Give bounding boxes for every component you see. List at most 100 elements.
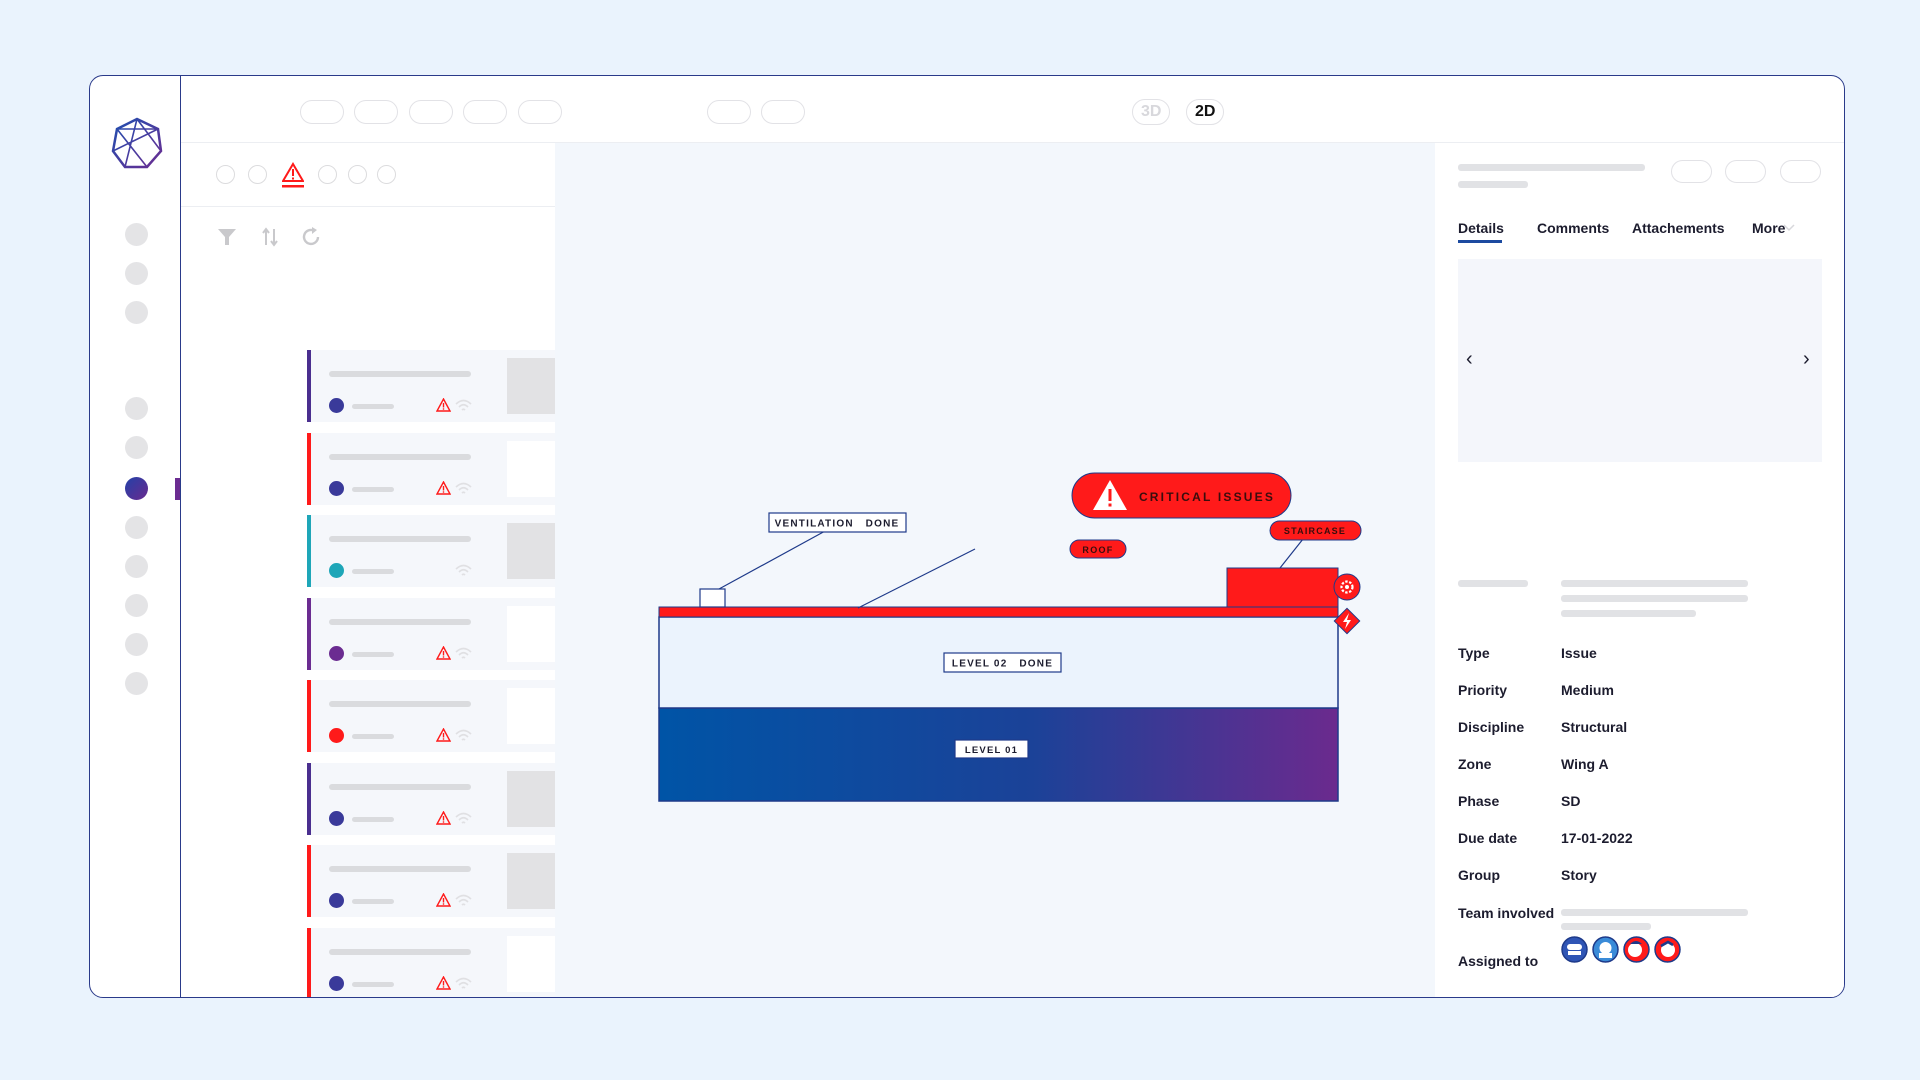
avatar[interactable] bbox=[1654, 936, 1681, 963]
subtitle-placeholder bbox=[1458, 181, 1528, 188]
rail-nav-item[interactable] bbox=[125, 672, 148, 695]
drawing-canvas[interactable]: VENTILATION DONE ROOF STAIRCASE CRITICAL… bbox=[555, 143, 1435, 997]
toolbar-button[interactable] bbox=[707, 100, 751, 124]
avatar[interactable] bbox=[1623, 936, 1650, 963]
wifi-icon bbox=[455, 977, 472, 989]
wifi-icon bbox=[455, 729, 472, 741]
tab-attachements[interactable]: Attachements bbox=[1632, 220, 1725, 236]
team-placeholder bbox=[1561, 909, 1748, 916]
warning-icon bbox=[436, 975, 451, 990]
rail-nav-item[interactable] bbox=[125, 633, 148, 656]
level-01-label: LEVEL 01 bbox=[965, 745, 1018, 756]
team-involved-label: Team involved bbox=[1458, 905, 1555, 921]
refresh-icon[interactable] bbox=[299, 225, 323, 249]
field-label: Group bbox=[1458, 867, 1500, 883]
field-value: Wing A bbox=[1561, 756, 1609, 772]
field-value: Structural bbox=[1561, 719, 1628, 735]
active-indicator bbox=[175, 478, 180, 500]
tab-details[interactable]: Details bbox=[1458, 220, 1504, 243]
logo-icon[interactable] bbox=[111, 117, 163, 169]
card-title-placeholder bbox=[329, 783, 471, 790]
warning-icon bbox=[436, 398, 451, 412]
ventilation-box[interactable] bbox=[699, 588, 726, 608]
view-3d-tab[interactable]: 3D bbox=[1132, 99, 1171, 125]
rail-nav-item[interactable] bbox=[125, 223, 148, 246]
wifi-icon bbox=[455, 482, 472, 494]
toolbar-button[interactable] bbox=[761, 100, 805, 124]
filter-tab[interactable] bbox=[377, 165, 396, 184]
field-label: Due date bbox=[1458, 830, 1518, 846]
warning-icon bbox=[436, 810, 451, 825]
wifi-icon bbox=[455, 647, 472, 659]
card-title-placeholder bbox=[329, 618, 471, 625]
rail-nav-item[interactable] bbox=[125, 436, 148, 459]
filter-tab[interactable] bbox=[318, 165, 337, 184]
card-title-placeholder bbox=[329, 948, 471, 955]
gear-icon[interactable] bbox=[1333, 573, 1361, 601]
field-value: 17-01-2022 bbox=[1561, 830, 1633, 846]
roof-slab[interactable] bbox=[658, 606, 1339, 618]
rail-nav-item[interactable] bbox=[125, 516, 148, 539]
rail-nav-item[interactable] bbox=[125, 397, 148, 420]
card-title-placeholder bbox=[329, 701, 471, 707]
roof-label: ROOF bbox=[1082, 545, 1113, 555]
toolbar-button[interactable] bbox=[518, 100, 562, 124]
status-dot bbox=[329, 893, 344, 908]
field-label: Zone bbox=[1458, 756, 1492, 772]
ventilation-label: VENTILATION DONE bbox=[775, 519, 900, 530]
card-meta-placeholder bbox=[352, 486, 394, 492]
header-action-button[interactable] bbox=[1671, 160, 1712, 183]
card-meta-placeholder bbox=[352, 899, 394, 904]
card-meta-placeholder bbox=[352, 734, 394, 739]
team-placeholder bbox=[1561, 923, 1651, 930]
wifi-icon bbox=[455, 564, 472, 576]
level-02-label: LEVEL 02 DONE bbox=[952, 659, 1053, 670]
toolbar-button[interactable] bbox=[463, 100, 507, 124]
header-action-button[interactable] bbox=[1780, 160, 1821, 183]
toolbar-button[interactable] bbox=[354, 100, 398, 124]
status-dot bbox=[329, 728, 344, 743]
view-2d-tab[interactable]: 2D bbox=[1186, 99, 1225, 125]
filter-tab[interactable] bbox=[248, 165, 267, 184]
warning-icon bbox=[436, 893, 451, 907]
avatar[interactable] bbox=[1561, 936, 1588, 963]
rail-nav-item[interactable] bbox=[125, 262, 148, 285]
text-placeholder bbox=[1561, 580, 1748, 587]
card-meta-placeholder bbox=[352, 816, 394, 822]
header-action-button[interactable] bbox=[1725, 160, 1766, 183]
field-value: Medium bbox=[1561, 682, 1614, 698]
assigned-to-label: Assigned to bbox=[1458, 953, 1539, 969]
gallery-prev-button[interactable]: ‹ bbox=[1466, 349, 1473, 369]
staircase-box[interactable] bbox=[1226, 567, 1339, 608]
rail-nav-item[interactable] bbox=[125, 594, 148, 617]
avatar[interactable] bbox=[1592, 936, 1619, 963]
filter-icon[interactable] bbox=[215, 225, 239, 249]
card-meta-placeholder bbox=[352, 651, 394, 657]
text-placeholder bbox=[1561, 610, 1696, 617]
warning-icon bbox=[436, 645, 451, 660]
warning-icon[interactable] bbox=[282, 162, 304, 188]
filter-tab[interactable] bbox=[216, 165, 235, 184]
staircase-label: STAIRCASE bbox=[1284, 526, 1346, 536]
filter-tab[interactable] bbox=[348, 165, 367, 184]
building-section-drawing: VENTILATION DONE ROOF STAIRCASE CRITICAL… bbox=[658, 472, 1362, 802]
text-placeholder bbox=[1561, 595, 1748, 602]
gallery-next-button[interactable]: › bbox=[1803, 349, 1810, 369]
status-dot bbox=[329, 398, 344, 413]
tab-more[interactable]: More bbox=[1752, 220, 1785, 236]
toolbar-button[interactable] bbox=[409, 100, 453, 124]
chevron-down-icon[interactable] bbox=[1783, 224, 1795, 232]
rail-nav-item[interactable] bbox=[125, 555, 148, 578]
left-rail bbox=[90, 76, 181, 997]
title-placeholder bbox=[1458, 164, 1645, 171]
status-dot bbox=[329, 975, 344, 991]
field-value: Story bbox=[1561, 867, 1597, 883]
rail-nav-item[interactable] bbox=[125, 301, 148, 324]
rail-nav-item-active[interactable] bbox=[125, 477, 148, 500]
wifi-icon bbox=[455, 894, 472, 906]
warning-icon bbox=[436, 728, 451, 742]
toolbar-button[interactable] bbox=[300, 100, 344, 124]
sort-icon[interactable] bbox=[258, 225, 282, 249]
tab-comments[interactable]: Comments bbox=[1537, 220, 1609, 236]
field-label: Priority bbox=[1458, 682, 1508, 698]
